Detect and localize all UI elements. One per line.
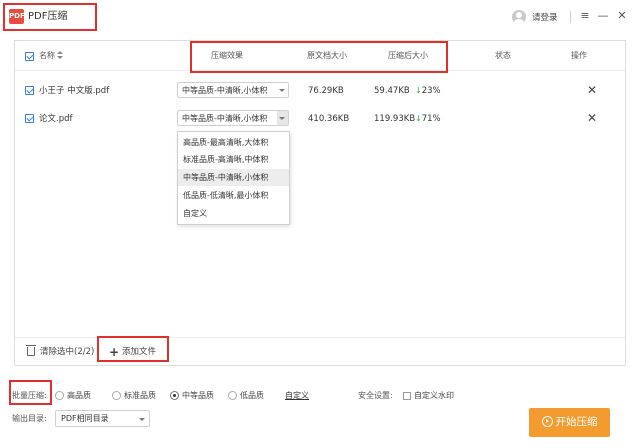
arrow-down-icon: ↓ [415,114,422,123]
radio-medium-label[interactable]: 中等品质 [182,390,214,402]
arrow-down-icon: ↓ [415,86,422,95]
close-icon[interactable]: ✕ [615,9,629,23]
login-button[interactable]: 请登录 [512,9,558,25]
header-status: 状态 [495,51,511,60]
remove-file-icon[interactable]: ✕ [586,83,598,97]
effect-dropdown-menu: 高品质-最高清晰,大体积 标准品质-高清晰,中体积 中等品质-中清晰,小体积 低… [177,131,290,225]
titlebar-divider [570,11,571,23]
minimize-icon[interactable]: — [596,9,610,23]
play-circle-icon [541,416,553,427]
table-row: 论文.pdf 中等品质-中清晰,小体积 410.36KB 119.93KB ↓7… [15,105,625,133]
effect-select-value: 中等品质-中清晰,小体积 [182,86,268,95]
effect-select[interactable]: 中等品质-中清晰,小体积 [177,82,289,98]
file-name: 小王子 中文版.pdf [39,86,110,96]
start-compress-button[interactable]: 开始压缩 [529,408,610,437]
watermark-checkbox[interactable] [403,392,411,400]
radio-standard[interactable] [112,391,121,400]
add-file-highlight-box [97,336,169,362]
row-checkbox[interactable] [25,114,34,123]
login-label: 请登录 [532,13,558,23]
menu-icon[interactable]: ≡ [578,9,592,23]
remove-file-icon[interactable]: ✕ [586,111,598,125]
security-label: 安全设置: [358,391,393,400]
batch-compress-label: 批量压缩: [12,391,47,400]
chevron-down-icon [279,89,285,92]
original-size: 76.29KB [308,86,344,96]
reduction-value: ↓71% [415,114,441,124]
radio-low[interactable] [228,391,237,400]
title-highlight-box [3,3,97,31]
radio-medium[interactable] [170,391,179,400]
file-list-panel: 名称 压缩效果 原文档大小 压缩后大小 状态 操作 小王子 中文版.pdf 中等… [14,40,626,366]
original-size: 410.36KB [308,114,350,124]
select-all-checkbox[interactable] [25,52,34,61]
compressed-size: 59.47KB [374,86,410,96]
effect-select[interactable]: 中等品质-中清晰,小体积 [177,110,289,126]
output-dir-label: 输出目录: [12,414,47,423]
start-compress-label: 开始压缩 [555,416,598,428]
dropdown-option-high[interactable]: 高品质-最高清晰,大体积 [178,134,289,151]
row-checkbox[interactable] [25,86,34,95]
dropdown-option-medium[interactable]: 中等品质-中清晰,小体积 [178,169,289,186]
avatar-icon [512,10,526,24]
header-action: 操作 [571,51,587,60]
output-dir-value: PDF相同目录 [61,414,109,423]
clear-selected-button[interactable]: 清除选中(2/2) [40,346,94,358]
dropdown-option-low[interactable]: 低品质-低清晰,最小体积 [178,187,289,204]
header-highlight-box [190,41,448,73]
dropdown-option-custom[interactable]: 自定义 [178,205,289,222]
header-name: 名称 [39,51,55,60]
chevron-down-icon [139,418,145,421]
radio-high[interactable] [55,391,64,400]
effect-select-value: 中等品质-中清晰,小体积 [182,114,268,123]
radio-low-label[interactable]: 低品质 [240,390,264,402]
radio-standard-label[interactable]: 标准品质 [124,390,156,402]
trash-icon [26,345,36,356]
dropdown-option-standard[interactable]: 标准品质-高清晰,中体积 [178,151,289,168]
chevron-down-icon [279,117,285,120]
file-name: 论文.pdf [39,114,73,124]
radio-high-label[interactable]: 高品质 [67,390,91,402]
table-row: 小王子 中文版.pdf 中等品质-中清晰,小体积 76.29KB 59.47KB… [15,77,625,105]
custom-link[interactable]: 自定义 [285,390,309,402]
reduction-value: ↓23% [415,86,441,96]
sort-icon[interactable] [57,51,63,61]
output-dir-select[interactable]: PDF相同目录 [55,410,150,427]
compressed-size: 119.93KB [374,114,416,124]
watermark-label[interactable]: 自定义水印 [414,390,454,402]
